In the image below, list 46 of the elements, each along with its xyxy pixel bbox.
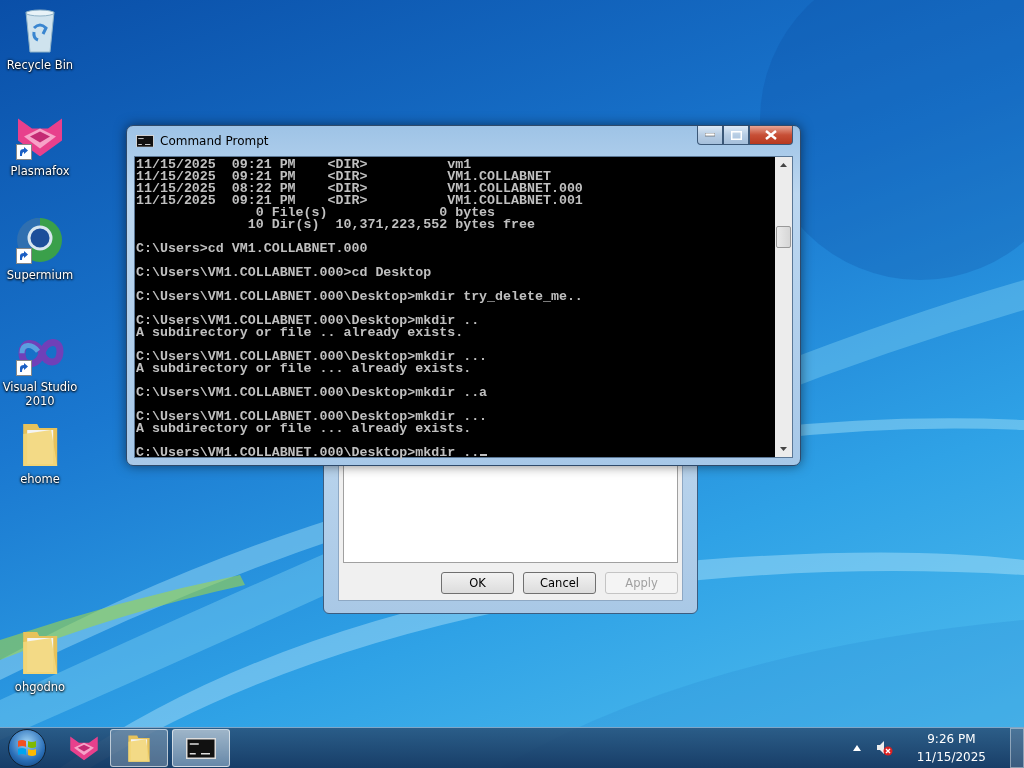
console-line: 0 File(s) 0 bytes — [255, 207, 497, 219]
show-hidden-icons-icon[interactable] — [852, 745, 861, 751]
dialog-button[interactable]: Cancel — [523, 572, 596, 594]
desktop-icon-label[interactable]: Plasmafox — [0, 164, 80, 178]
desktop-icon-label[interactable]: Supermium — [0, 268, 80, 282]
console-line: C:\Users\VM1.COLLABNET.000>cd Desktop — [136, 267, 433, 279]
start-button[interactable] — [8, 729, 46, 767]
scrollbar[interactable] — [775, 157, 792, 457]
console-line: 11/15/2025 09:21 PM <DIR> VM1.COLLABNET — [136, 171, 551, 183]
speaker-icon[interactable] — [874, 739, 893, 757]
window-title: Command Prompt — [160, 134, 270, 148]
console-icon — [136, 134, 154, 148]
console-line: 11/15/2025 08:22 PM <DIR> VM1.COLLABNET.000 — [136, 183, 584, 195]
dialog-button[interactable]: OK — [441, 572, 514, 594]
minimize-button[interactable] — [697, 126, 723, 145]
console-line: C:\Users>cd VM1.COLLABNET.000 — [136, 243, 369, 255]
console-line: A subdirectory or file .. already exists. — [136, 327, 465, 339]
console-line: C:\Users\VM1.COLLABNET.000\Desktop>mkdir ... — [136, 411, 489, 423]
clock-time: 9:26 PM — [927, 731, 976, 748]
clock-date: 11/15/2025 — [916, 749, 986, 766]
maximize-button[interactable] — [723, 126, 749, 145]
minimize-icon — [705, 133, 715, 137]
maximize-icon — [730, 130, 742, 140]
windows-logo-icon — [16, 737, 38, 759]
console-icon — [186, 737, 216, 759]
close-button[interactable] — [749, 126, 793, 145]
console-line: A subdirectory or file ... already exists. — [136, 363, 473, 375]
console-line: C:\Users\VM1.COLLABNET.000\Desktop>mkdir try_delete_me.. — [136, 291, 584, 303]
show-desktop-button[interactable] — [1010, 728, 1024, 768]
console-line: 10 Dir(s) 10,371,223,552 bytes free — [246, 219, 536, 231]
console-line: C:\Users\VM1.COLLABNET.000\Desktop>mkdir ... — [136, 351, 489, 363]
scroll-thumb[interactable] — [776, 226, 791, 248]
folder-icon — [127, 733, 151, 763]
desktop-icon-label[interactable]: Recycle Bin — [0, 58, 80, 72]
console-line: C:\Users\VM1.COLLABNET.000\Desktop>mkdir ..a — [136, 387, 489, 399]
desktop-icon-label[interactable]: ehome — [0, 472, 80, 486]
console-line: A subdirectory or file ... already exists. — [136, 423, 473, 435]
console-line: C:\Users\VM1.COLLABNET.000\Desktop>mkdir .. — [136, 315, 481, 327]
fox-icon — [69, 735, 99, 761]
taskbar-button[interactable] — [172, 729, 230, 767]
desktop-icon-label[interactable]: Visual Studio 2010 — [0, 380, 80, 408]
console-line: C:\Users\VM1.COLLABNET.000\Desktop>mkdir .. — [136, 447, 775, 459]
clock[interactable]: 9:26 PM 11/15/2025 — [906, 730, 996, 766]
console-line: 11/15/2025 09:21 PM <DIR> vm1 — [136, 159, 472, 171]
close-icon — [765, 130, 777, 140]
console-line: 11/15/2025 09:21 PM <DIR> VM1.COLLABNET.001 — [136, 195, 584, 207]
